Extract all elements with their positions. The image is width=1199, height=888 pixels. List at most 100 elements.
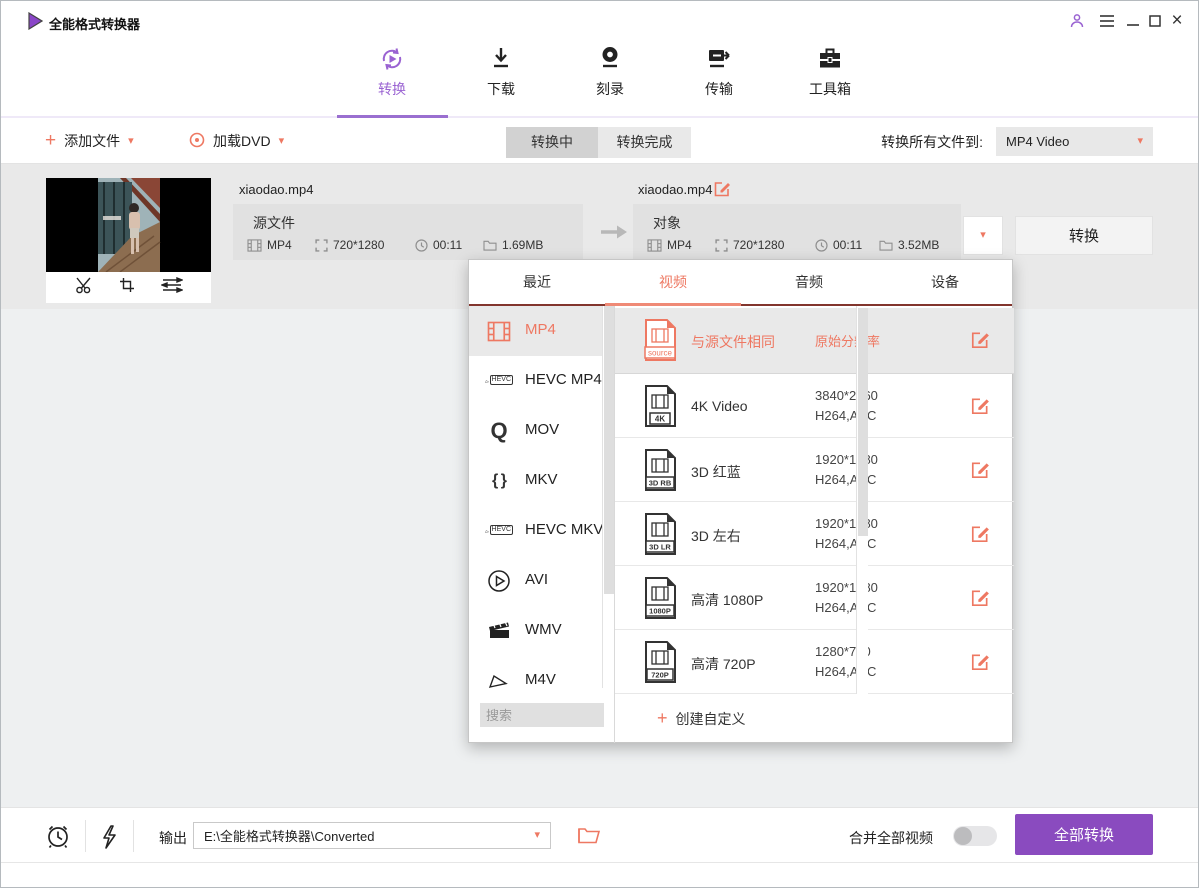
hevc-mp4-icon: HEVC [485, 367, 513, 395]
target-resolution: 720*1280 [715, 238, 784, 252]
popup-bottom: + 创建自定义 [614, 694, 1014, 743]
tab-finished[interactable]: 转换完成 [598, 127, 691, 158]
crop-icon[interactable] [119, 277, 135, 298]
format-scroll-thumb[interactable] [604, 306, 614, 594]
source-format: MP4 [247, 238, 292, 252]
folder-icon [879, 239, 893, 251]
edit-preset-icon[interactable] [970, 524, 990, 544]
format-item-mkv[interactable]: { } MKV [469, 456, 614, 506]
preset-item-3d-lr[interactable]: 3D LR 3D 左右 1920*1080 H264,AAC [615, 502, 1014, 566]
mov-icon: Q [485, 417, 513, 445]
popup-tab-audio[interactable]: 音频 [741, 260, 877, 304]
preset-scroll-thumb[interactable] [858, 308, 868, 536]
tab-convert-label: 转换 [354, 79, 430, 99]
output-path-caret-icon: ▾ [534, 830, 540, 841]
preset-list-scrollbar[interactable] [856, 306, 868, 694]
load-dvd-caret-icon[interactable]: ▾ [279, 136, 285, 147]
schedule-icon[interactable] [45, 823, 71, 854]
output-path-dropdown[interactable]: E:\全能格式转换器\Converted ▾ [193, 822, 551, 849]
format-item-wmv[interactable]: WMV [469, 606, 614, 656]
merge-videos-label: 合并全部视频 [849, 828, 933, 848]
tab-download[interactable]: 下载 [463, 45, 539, 101]
output-format-value: MP4 Video [1006, 134, 1069, 149]
preset-item-4k[interactable]: 4K 4K Video 3840*2160 H264,AAC [615, 374, 1014, 438]
preset-specs: 3840*2160 H264,AAC [815, 386, 878, 426]
edit-preset-icon[interactable] [970, 460, 990, 480]
thumbnail-toolbar [46, 272, 211, 303]
source-preset-icon: source [643, 319, 677, 366]
toolbar: + 添加文件 ▾ 加载DVD ▾ 转换中 转换完成 转换所有文件到: MP4 V… [1, 118, 1198, 164]
format-item-mp4[interactable]: MP4 [469, 306, 614, 356]
format-item-hevc-mkv[interactable]: HEVC HEVC MKV [469, 506, 614, 556]
transfer-icon [681, 45, 757, 75]
tab-toolbox[interactable]: 工具箱 [792, 45, 868, 101]
convert-arrow-icon [599, 224, 629, 245]
target-size: 3.52MB [879, 238, 939, 252]
preset-720p-icon: 720P [643, 641, 677, 688]
load-dvd-button[interactable]: 加载DVD ▾ [189, 118, 284, 164]
trim-icon[interactable] [75, 276, 93, 299]
format-list-scrollbar[interactable] [602, 306, 614, 688]
account-icon[interactable] [1067, 11, 1087, 31]
maximize-button[interactable] [1145, 11, 1165, 31]
film-icon [247, 239, 262, 252]
source-size: 1.69MB [483, 238, 543, 252]
target-info-box: 对象 MP4 720*1280 00:11 3.52MB [633, 204, 961, 260]
effects-icon[interactable] [161, 277, 183, 298]
svg-text:3D RB: 3D RB [649, 479, 672, 488]
preset-item-hd-1080p[interactable]: 1080P 高清 1080P 1920*1080 H264,AAC [615, 566, 1014, 630]
high-speed-icon[interactable] [100, 825, 118, 854]
avi-icon [485, 567, 513, 595]
output-format-dropdown[interactable]: MP4 Video ▾ [996, 127, 1153, 156]
convert-all-to-label: 转换所有文件到: [881, 132, 983, 152]
close-button[interactable]: × [1167, 11, 1187, 31]
search-input[interactable] [480, 703, 604, 727]
menu-icon[interactable] [1097, 11, 1117, 31]
edit-preset-icon[interactable] [970, 330, 990, 350]
popup-tab-video[interactable]: 视频 [605, 260, 741, 304]
mp4-icon [485, 317, 513, 345]
preset-item-hd-720p[interactable]: 720P 高清 720P 1280*720 H264,AAC [615, 630, 1014, 694]
svg-text:720P: 720P [651, 671, 669, 680]
format-item-avi[interactable]: AVI [469, 556, 614, 606]
wmv-icon [485, 617, 513, 645]
target-section-label: 对象 [653, 213, 681, 233]
popup-tab-device[interactable]: 设备 [877, 260, 1013, 304]
format-item-m4v[interactable]: M4V [469, 656, 614, 688]
edit-preset-icon[interactable] [970, 588, 990, 608]
tab-transfer[interactable]: 传输 [681, 45, 757, 101]
source-resolution: 720*1280 [315, 238, 384, 252]
add-file-caret-icon[interactable]: ▾ [128, 136, 134, 147]
format-item-hevc-mp4[interactable]: HEVC HEVC MP4 [469, 356, 614, 406]
load-dvd-label: 加载DVD [213, 131, 271, 151]
merge-videos-toggle[interactable] [953, 826, 997, 846]
preset-item-3d-rb[interactable]: 3D RB 3D 红蓝 1920*1080 H264,AAC [615, 438, 1014, 502]
add-file-label: 添加文件 [64, 131, 120, 151]
clock-icon [815, 239, 828, 252]
preset-item-same-as-source[interactable]: source 与源文件相同 原始分辨率 [615, 308, 1014, 374]
plus-icon: + [657, 708, 668, 729]
output-path-value: E:\全能格式转换器\Converted [204, 826, 375, 845]
preset-dropdown-button[interactable]: ▾ [963, 216, 1003, 255]
edit-preset-icon[interactable] [970, 396, 990, 416]
create-custom-button[interactable]: + 创建自定义 [657, 708, 746, 729]
preset-list: source 与源文件相同 原始分辨率 [614, 306, 1014, 694]
convert-all-button[interactable]: 全部转换 [1015, 814, 1153, 855]
minimize-button[interactable] [1123, 11, 1143, 31]
source-section-label: 源文件 [253, 213, 295, 233]
add-file-button[interactable]: + 添加文件 ▾ [45, 118, 134, 164]
open-folder-icon[interactable] [578, 826, 600, 849]
tab-convert[interactable]: 转换 [354, 45, 430, 101]
convert-button[interactable]: 转换 [1015, 216, 1153, 255]
edit-preset-icon[interactable] [970, 652, 990, 672]
target-duration: 00:11 [815, 238, 862, 252]
format-item-mov[interactable]: Q MOV [469, 406, 614, 456]
tab-converting[interactable]: 转换中 [506, 127, 598, 158]
video-thumbnail[interactable] [46, 178, 211, 303]
svg-text:4K: 4K [655, 415, 665, 424]
tab-burn[interactable]: 刻录 [572, 45, 648, 101]
preset-3d-rb-icon: 3D RB [643, 449, 677, 496]
rename-edit-icon[interactable] [713, 180, 731, 203]
popup-tab-recent[interactable]: 最近 [469, 260, 605, 304]
preset-specs: 1920*1080 H264,AAC [815, 450, 878, 490]
